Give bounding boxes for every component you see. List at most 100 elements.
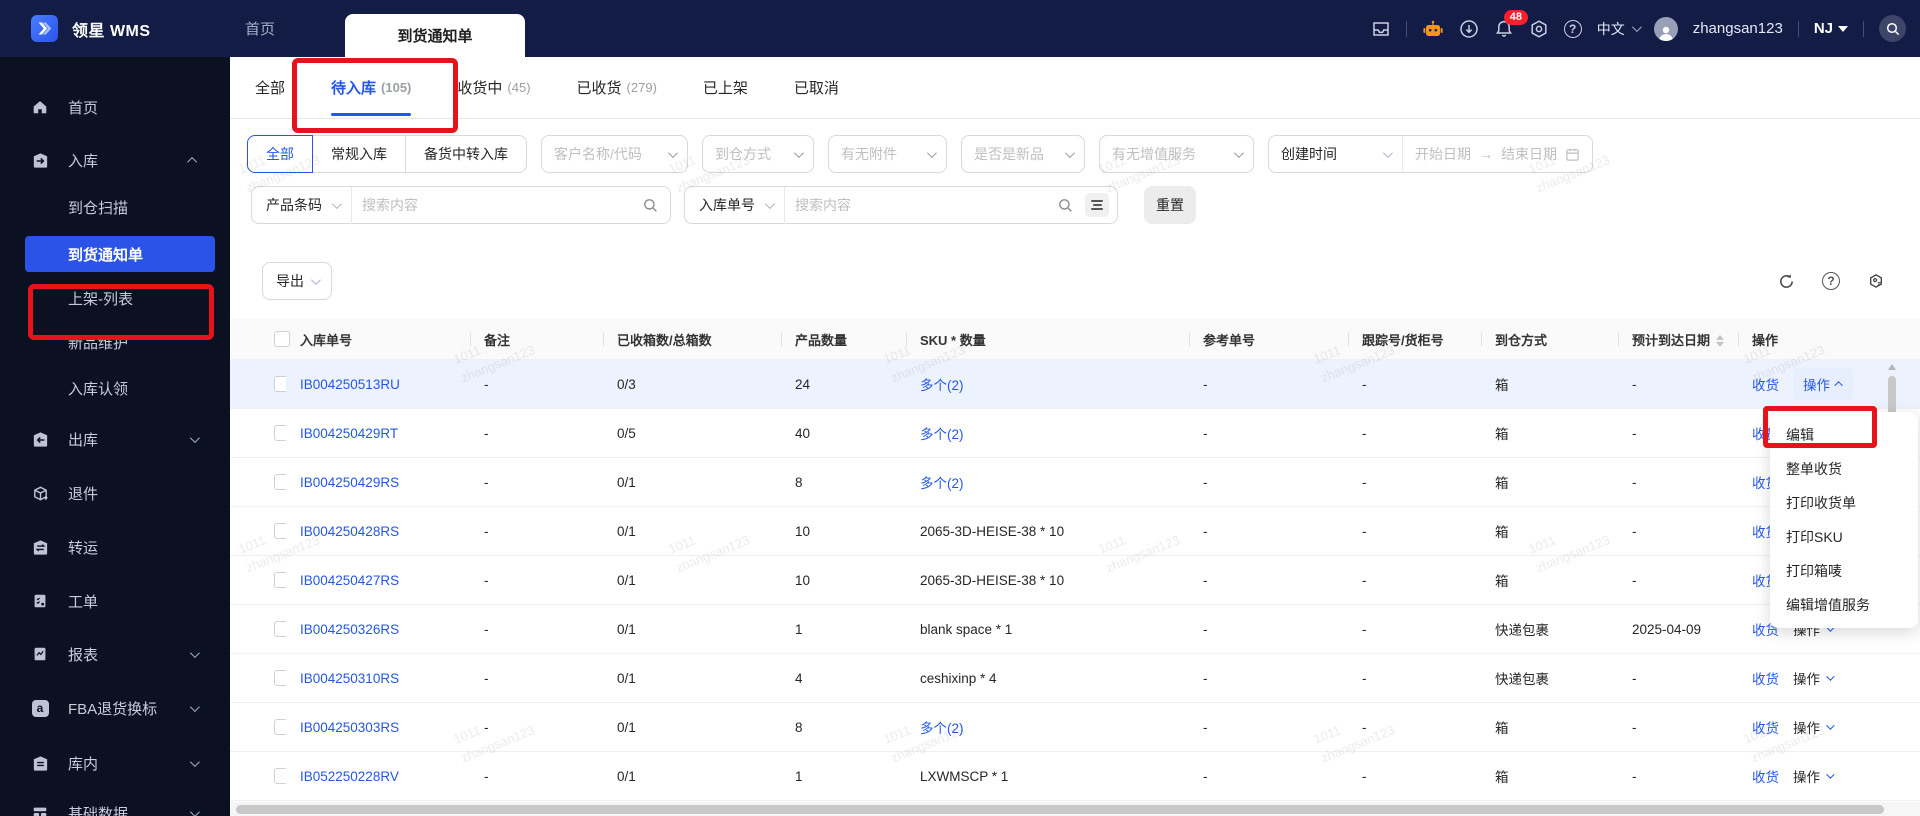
sort-icon[interactable] <box>1716 335 1725 348</box>
help-icon[interactable] <box>1563 19 1582 38</box>
settings-gear-icon[interactable] <box>1529 19 1549 39</box>
sidebar-item-transfer[interactable]: 转运 <box>0 529 230 565</box>
topbar-active-page-tab[interactable]: 到货通知单 <box>345 14 525 57</box>
type-filter-stock-transfer[interactable]: 备货中转入库 <box>405 135 527 173</box>
row-actions-button[interactable]: 操作 <box>1793 717 1835 737</box>
sidebar-item-inbound[interactable]: 入库 <box>0 142 230 178</box>
menu-item-edit-vas[interactable]: 编辑增值服务 <box>1770 588 1918 622</box>
receive-link[interactable]: 收货 <box>1752 668 1779 688</box>
sidebar-item-warehouse-ops[interactable]: 库内 <box>0 745 230 781</box>
menu-item-print-sku[interactable]: 打印SKU <box>1770 520 1918 554</box>
help-icon[interactable] <box>1822 272 1840 290</box>
table-tools <box>1778 262 1885 300</box>
menu-item-print-receipt[interactable]: 打印收货单 <box>1770 486 1918 520</box>
sidebar-item-base-data[interactable]: 基础数据 <box>0 795 230 816</box>
sidebar-item-work-order[interactable]: 工单 <box>0 583 230 619</box>
chevron-down-icon <box>189 701 200 712</box>
header-eta-label: 预计到达日期 <box>1632 332 1711 348</box>
arrival-method-select[interactable]: 到仓方式 <box>702 135 814 173</box>
order-link[interactable]: IB004250303RS <box>300 720 399 735</box>
download-icon[interactable] <box>1459 19 1479 39</box>
order-link[interactable]: IB004250513RU <box>300 377 400 392</box>
horizontal-scrollbar[interactable] <box>230 802 1920 816</box>
menu-item-edit[interactable]: 编辑 <box>1770 418 1918 452</box>
language-selector[interactable]: 中文 <box>1597 19 1642 39</box>
row-checkbox[interactable] <box>274 670 286 686</box>
sidebar-item-fba-relabel[interactable]: FBA退货换标 <box>0 690 230 726</box>
tab-pending-inbound[interactable]: 待入库 (105) <box>331 57 412 119</box>
refresh-icon[interactable] <box>1778 273 1795 290</box>
column-settings-icon[interactable] <box>1867 272 1885 290</box>
sidebar-item-home[interactable]: 首页 <box>0 89 230 125</box>
notification-bell-icon[interactable]: 48 <box>1494 9 1528 39</box>
batch-search-icon[interactable] <box>1085 193 1109 217</box>
row-checkbox[interactable] <box>274 474 286 490</box>
warehouse-selector[interactable]: NJ <box>1814 20 1848 37</box>
date-range-picker[interactable]: 开始日期 结束日期 <box>1403 144 1592 164</box>
username[interactable]: zhangsan123 <box>1693 20 1783 37</box>
search-icon[interactable] <box>643 198 658 213</box>
type-filter-all[interactable]: 全部 <box>247 135 313 173</box>
row-actions-button-open[interactable]: 操作 <box>1793 368 1853 400</box>
sidebar-item-arrival-scan[interactable]: 到仓扫描 <box>0 189 230 225</box>
avatar[interactable] <box>1653 16 1678 41</box>
order-search-input[interactable] <box>785 197 1058 213</box>
sidebar-item-returns[interactable]: 退件 <box>0 475 230 511</box>
sku-link[interactable]: 多个(2) <box>920 476 964 491</box>
row-checkbox[interactable] <box>274 621 286 637</box>
search-icon[interactable] <box>1058 198 1073 213</box>
barcode-search-input[interactable] <box>352 197 643 213</box>
is-new-product-select[interactable]: 是否是新品 <box>961 135 1085 173</box>
order-link[interactable]: IB004250326RS <box>300 622 399 637</box>
tab-all[interactable]: 全部 <box>255 57 285 119</box>
receive-link[interactable]: 收货 <box>1752 374 1779 394</box>
export-button[interactable]: 导出 <box>262 262 332 300</box>
type-filter-regular[interactable]: 常规入库 <box>312 135 406 173</box>
order-link[interactable]: IB004250427RS <box>300 573 399 588</box>
sidebar-item-new-product[interactable]: 新品维护 <box>0 324 230 360</box>
inbox-icon[interactable] <box>1371 19 1391 39</box>
sku-link[interactable]: 多个(2) <box>920 427 964 442</box>
sidebar-item-reports[interactable]: 报表 <box>0 636 230 672</box>
receive-link[interactable]: 收货 <box>1752 717 1779 737</box>
tab-receiving[interactable]: 收货中 (45) <box>457 57 530 119</box>
menu-item-receive-all[interactable]: 整单收货 <box>1770 452 1918 486</box>
topbar-nav-home[interactable]: 首页 <box>245 0 275 57</box>
reset-button[interactable]: 重置 <box>1144 186 1196 224</box>
global-search-icon[interactable] <box>1879 15 1906 42</box>
sidebar-item-shelving-list[interactable]: 上架-列表 <box>0 280 230 316</box>
row-checkbox[interactable] <box>274 425 286 441</box>
vas-select[interactable]: 有无增值服务 <box>1099 135 1254 173</box>
row-actions-button[interactable]: 操作 <box>1793 668 1835 688</box>
sidebar-item-inbound-claim[interactable]: 入库认领 <box>0 370 230 406</box>
row-actions-button[interactable]: 操作 <box>1793 766 1835 786</box>
time-type-select[interactable]: 创建时间 <box>1269 136 1403 172</box>
order-link[interactable]: IB004250429RT <box>300 426 398 441</box>
tab-shelved[interactable]: 已上架 <box>703 57 748 119</box>
eta-cell: - <box>1632 425 1637 441</box>
order-link[interactable]: IB004250310RS <box>300 671 399 686</box>
tab-received[interactable]: 已收货 (279) <box>577 57 657 119</box>
horizontal-scroll-thumb[interactable] <box>236 805 1884 814</box>
menu-item-print-box-label[interactable]: 打印箱唛 <box>1770 554 1918 588</box>
receive-link[interactable]: 收货 <box>1752 766 1779 786</box>
order-link[interactable]: IB052250228RV <box>300 769 399 784</box>
sidebar-item-outbound[interactable]: 出库 <box>0 421 230 457</box>
row-checkbox[interactable] <box>274 768 286 784</box>
sku-link[interactable]: 多个(2) <box>920 378 964 393</box>
row-checkbox[interactable] <box>274 523 286 539</box>
attachment-select[interactable]: 有无附件 <box>828 135 947 173</box>
row-checkbox[interactable] <box>274 719 286 735</box>
row-checkbox[interactable] <box>274 572 286 588</box>
order-link[interactable]: IB004250429RS <box>300 475 399 490</box>
row-checkbox[interactable] <box>274 376 286 392</box>
robot-assistant-icon[interactable] <box>1422 19 1444 39</box>
scroll-up-arrow[interactable] <box>1888 364 1896 370</box>
customer-select[interactable]: 客户名称/代码 <box>541 135 688 173</box>
tab-cancelled[interactable]: 已取消 <box>794 57 839 119</box>
order-field-select[interactable]: 入库单号 <box>685 195 784 215</box>
order-link[interactable]: IB004250428RS <box>300 524 399 539</box>
sku-link[interactable]: 多个(2) <box>920 721 964 736</box>
barcode-field-select[interactable]: 产品条码 <box>252 195 351 215</box>
sidebar-item-arrival-notice[interactable]: 到货通知单 <box>0 236 230 272</box>
